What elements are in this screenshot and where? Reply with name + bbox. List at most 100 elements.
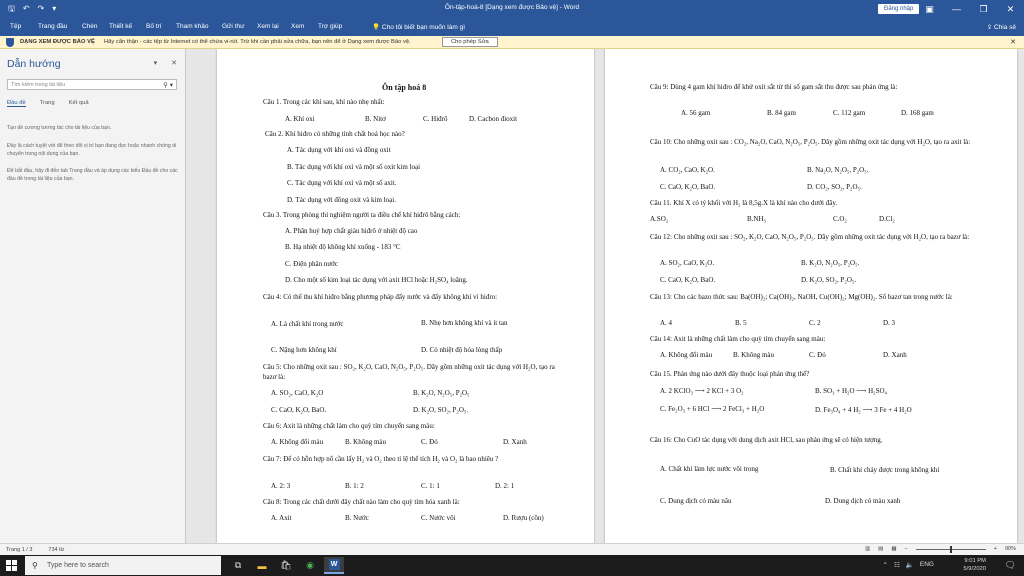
network-icon[interactable]: ☷ [894, 561, 900, 569]
answer-option: C. Tác dụng với khí oxi và một số axit. [287, 179, 397, 187]
zoom-level[interactable]: 90% [1005, 546, 1016, 552]
answer-option: A. 2 KClO₃ ⟶ 2 KCl + 3 O₂ [660, 387, 744, 395]
question: Câu 9: Dùng 4 gam khí hiđro để khử oxit … [650, 83, 898, 91]
tab-results[interactable]: Kết quả [69, 100, 89, 107]
document-area[interactable]: Ôn tập hoá 8 Câu 1. Trong các khí sau, k… [187, 49, 1024, 543]
question: Câu 1. Trong các khí sau, khí nào nhẹ nh… [263, 98, 385, 106]
restore-icon[interactable]: ❐ [970, 0, 997, 18]
answer-option: B. Không màu [345, 438, 387, 446]
tab-file[interactable]: Tệp [10, 23, 21, 30]
taskbar-apps: ⧉ ▬ 🛍 ◉ W [228, 557, 344, 574]
tell-me-box[interactable]: 💡 Cho tôi biết bạn muốn làm gì [372, 23, 465, 31]
close-icon[interactable]: ✕ [171, 59, 177, 67]
zoom-slider[interactable] [915, 545, 986, 553]
file-explorer-icon[interactable]: ▬ [252, 557, 272, 574]
answer-option: C. Fe₂O₃ + 6 HCl ⟶ 2 FeCl₃ + H₂O [660, 405, 765, 413]
question: Câu 12: Cho những oxit sau : SO₂, K₂O, C… [650, 233, 970, 241]
chevron-down-icon[interactable]: ▾ [154, 59, 158, 67]
question: Câu 13: Cho các bazo thức sau: Ba(OH)₂; … [650, 293, 953, 301]
question: Câu 4: Có thể thu khí hiđro bằng phương … [263, 293, 498, 301]
answer-option: D. Cho một số kim loại tác dụng với axit… [285, 276, 468, 284]
answer-option: D. 168 gam [901, 109, 934, 117]
answer-option: C. 112 gam [833, 109, 866, 117]
enable-editing-button[interactable]: Cho phép Sửa [442, 37, 498, 47]
zoom-slider-thumb[interactable] [949, 545, 952, 553]
document-page[interactable]: Ôn tập hoá 8 Câu 1. Trong các khí sau, k… [217, 49, 594, 543]
answer-option: A. Tác dụng với khí oxi và đồng oxit [287, 146, 391, 154]
tab-review[interactable]: Xem lại [257, 23, 279, 30]
tab-view[interactable]: Xem [291, 23, 304, 30]
navigation-pane: Dẫn hướng ▾ ✕ Tìm kiếm trong tài liệu ⚲ … [0, 49, 186, 543]
volume-icon[interactable]: 🔈 [906, 561, 914, 569]
window-title: Ôn-tập-hoá-8 [Dạng xem được Bảo vệ] - Wo… [444, 4, 580, 11]
close-icon[interactable]: ✕ [997, 0, 1024, 18]
question: Câu 8: Trong các chất dưới đây chất nào … [263, 498, 460, 506]
web-layout-icon[interactable]: ▦ [891, 546, 896, 552]
tab-layout[interactable]: Bố trí [146, 23, 162, 30]
notification-icon[interactable]: 🗨 [1005, 560, 1016, 571]
tab-design[interactable]: Thiết kế [109, 23, 132, 30]
store-icon[interactable]: 🛍 [276, 557, 296, 574]
answer-option: B. 84 gam [767, 109, 796, 117]
answer-option: B. Chất khí cháy được trong không khí [830, 466, 940, 474]
window-controls: ▣ — ❐ ✕ [916, 0, 1024, 18]
answer-option: D. K₂O, SO₂, P₂O₅. [413, 406, 469, 414]
tab-insert[interactable]: Chèn [82, 23, 98, 30]
answer-option: D. Xanh [503, 438, 527, 446]
tab-headings[interactable]: Đầu đề [7, 100, 26, 107]
zoom-out-icon[interactable]: − [905, 546, 908, 552]
nav-help-text: Đây là cách tuyệt vời để theo dõi vị trí… [7, 143, 177, 157]
search-icon[interactable]: ⚲ ▾ [163, 81, 173, 89]
tab-references[interactable]: Tham khảo [176, 23, 209, 30]
nav-pane-title: Dẫn hướng [7, 58, 61, 70]
shield-icon [6, 38, 14, 47]
answer-option: D. Xanh [883, 351, 907, 359]
chrome-icon[interactable]: ◉ [300, 557, 320, 574]
answer-option: B. Nitơ [365, 115, 386, 123]
clock[interactable]: 9:01 PM 5/9/2020 [963, 557, 986, 573]
print-layout-icon[interactable]: ▤ [878, 546, 883, 552]
answer-option: D. Rượu (cồn) [503, 514, 544, 522]
read-mode-icon[interactable]: ▥ [865, 546, 870, 552]
nav-help-text: Tạo dề cương tương tác cho tài liệu của … [7, 125, 112, 131]
nav-search-input[interactable]: Tìm kiếm trong tài liệu ⚲ ▾ [7, 79, 177, 90]
minimize-icon[interactable]: — [943, 0, 970, 18]
tab-home[interactable]: Trang đầu [38, 23, 67, 30]
answer-option: A. Axit [271, 514, 292, 522]
status-bar: Trang 1 / 3 734 từ ▥ ▤ ▦ − + 90% [0, 543, 1024, 555]
task-view-icon[interactable]: ⧉ [228, 557, 248, 574]
answer-option: A.SO₂ [650, 215, 669, 223]
answer-option: D. Cacbon đioxit [469, 115, 518, 123]
language-icon[interactable]: ENG [920, 561, 934, 569]
word-count[interactable]: 734 từ [48, 547, 64, 553]
taskbar-search-placeholder: Type here to search [47, 562, 109, 569]
sign-in-button[interactable]: Đăng nhập [878, 4, 920, 14]
taskbar-search-input[interactable]: ⚲ Type here to search [25, 556, 221, 575]
answer-option: B. Nhẹ hơn không khí và ít tan [421, 319, 508, 327]
tell-me-label: Cho tôi biết bạn muốn làm gì [381, 24, 466, 31]
ribbon-display-icon[interactable]: ▣ [916, 0, 943, 18]
tab-help[interactable]: Trợ giúp [318, 23, 342, 30]
question: Câu 15. Phản ứng nào dưới đây thuộc loại… [650, 370, 810, 378]
word-app-icon[interactable]: W [324, 557, 344, 574]
share-button[interactable]: ⇪ Chia sẻ [987, 23, 1016, 31]
title-bar: 🖫 ↶ ↷ ▾ Ôn-tập-hoá-8 [Dạng xem được Bảo … [0, 0, 1024, 18]
question: Câu 2. Khí hiđro có những tính chất hoá … [265, 130, 405, 138]
answer-option: C. Hiđrô [423, 115, 448, 123]
protected-view-label: DẠNG XEM ĐƯỢC BẢO VỆ [20, 39, 95, 45]
tab-mailings[interactable]: Gửi thư [222, 23, 244, 30]
taskbar: ⚲ Type here to search ⧉ ▬ 🛍 ◉ W ⌃ ☷ 🔈 EN… [0, 555, 1024, 576]
answer-option: A. SO₂, CaO, K₂O [271, 389, 324, 397]
page-count[interactable]: Trang 1 / 3 [6, 547, 32, 553]
answer-option: C. Nặng hơn không khí [271, 346, 337, 354]
document-page[interactable]: Câu 9: Dùng 4 gam khí hiđro để khử oxit … [605, 49, 1017, 543]
windows-start-icon[interactable] [6, 560, 17, 571]
tab-pages[interactable]: Trang [40, 100, 55, 107]
zoom-in-icon[interactable]: + [994, 546, 997, 552]
chevron-up-icon[interactable]: ⌃ [883, 561, 888, 569]
answer-option: D. Có nhiệt độ hóa lỏng thấp [421, 346, 503, 354]
close-icon[interactable]: ✕ [1010, 38, 1016, 46]
question: Câu 11. Khí X có tỷ khối với H₂ là 8,5g.… [650, 199, 838, 207]
answer-option: B. Không màu [733, 351, 775, 359]
answer-option: D. K₂O, SO₂, P₂O₅. [801, 276, 857, 284]
